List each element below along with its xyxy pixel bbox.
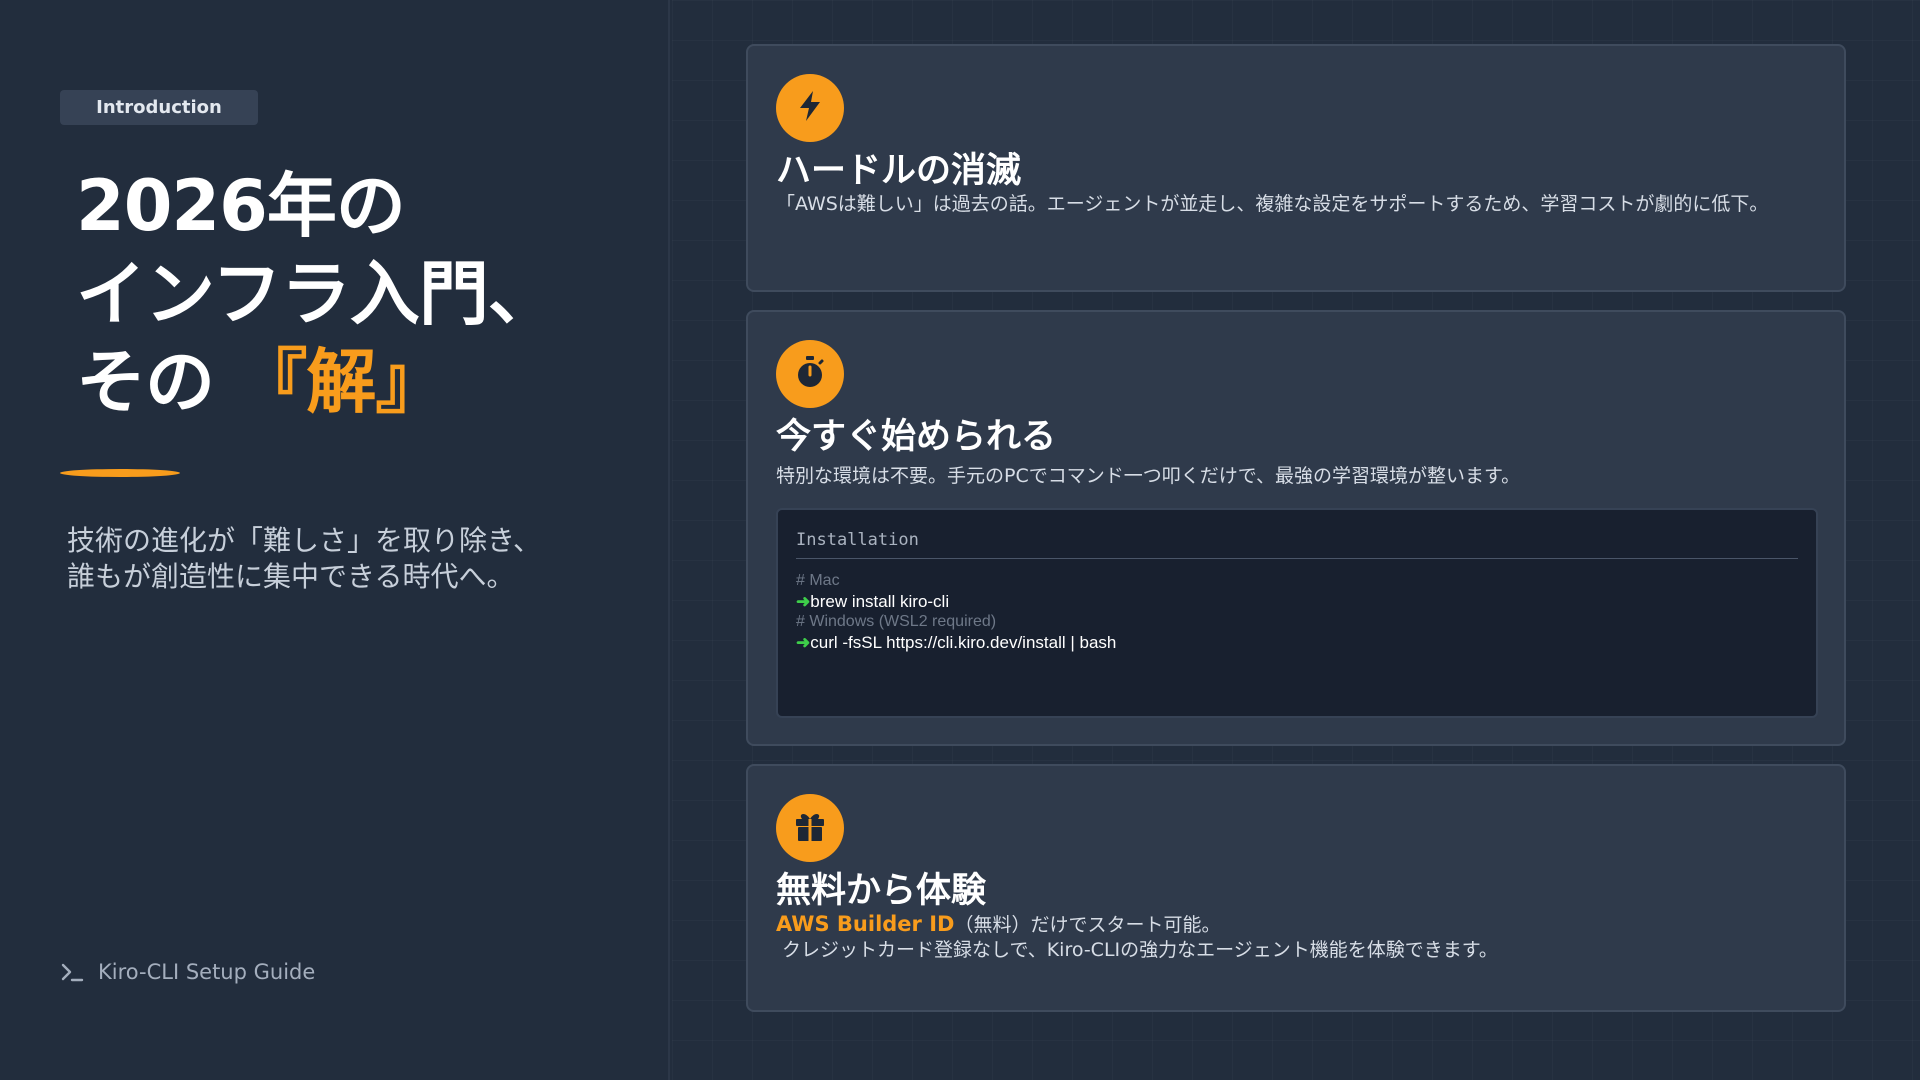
code-line-windows[interactable]: ➜curl -fsSL https://cli.kiro.dev/install… bbox=[796, 633, 1798, 654]
hero-subtitle: 技術の進化が「難しさ」を取り除き、 誰もが創造性に集中できる時代へ。 bbox=[67, 523, 541, 595]
footer: Kiro-CLI Setup Guide bbox=[60, 960, 315, 984]
install-code-block: Installation # Mac ➜brew install kiro-cl… bbox=[776, 508, 1818, 718]
code-lines: # Mac ➜brew install kiro-cli # Windows (… bbox=[796, 571, 1798, 653]
prompt-arrow-icon: ➜ bbox=[796, 591, 811, 611]
card-title: ハードルの消滅 bbox=[776, 151, 1022, 191]
hero-title-line-3: その 『解』 bbox=[76, 338, 557, 426]
hero-subtitle-line-2: 誰もが創造性に集中できる時代へ。 bbox=[67, 560, 515, 593]
code-comment-mac: # Mac bbox=[796, 572, 840, 589]
hero-title-prefix: その bbox=[76, 341, 215, 423]
hero-subtitle-line-1: 技術の進化が「難しさ」を取り除き、 bbox=[67, 524, 542, 557]
card-no-barrier: ハードルの消滅 「AWSは難しい」は過去の話。エージェントが並走し、複雑な設定を… bbox=[746, 44, 1846, 292]
hero-title: 2026年の インフラ入門、 その 『解』 bbox=[76, 162, 558, 426]
bolt-icon bbox=[794, 89, 826, 127]
hero-title-accent: 『解』 bbox=[237, 341, 445, 423]
card-description: 特別な環境は不要。手元のPCでコマンド一つ叩くだけで、最強の学習環境が整います。 bbox=[776, 465, 1521, 487]
card-description-line-1: AWS Builder ID（無料）だけでスタート可能。 bbox=[776, 912, 1498, 938]
card-icon-circle bbox=[776, 794, 844, 862]
code-block-header: Installation bbox=[796, 530, 1798, 559]
footer-label: Kiro-CLI Setup Guide bbox=[98, 960, 316, 984]
stopwatch-icon bbox=[793, 354, 827, 394]
card-description: AWS Builder ID（無料）だけでスタート可能。 クレジットカード登録な… bbox=[776, 912, 1498, 963]
code-line-mac[interactable]: ➜brew install kiro-cli bbox=[796, 592, 1798, 613]
card-title: 今すぐ始められる bbox=[776, 417, 1057, 457]
hero-title-line-2: インフラ入門、 bbox=[76, 253, 558, 335]
terminal-icon bbox=[60, 962, 84, 982]
prompt-arrow-icon: ➜ bbox=[796, 632, 811, 652]
section-badge: Introduction bbox=[60, 90, 258, 125]
gift-icon bbox=[793, 809, 827, 847]
hero-title-line-1: 2026年の bbox=[76, 165, 406, 247]
card-description-rest: （無料）だけでスタート可能。 bbox=[954, 914, 1221, 936]
card-description: 「AWSは難しい」は過去の話。エージェントが並走し、複雑な設定をサポートするため… bbox=[776, 193, 1769, 215]
intro-panel: Introduction 2026年の インフラ入門、 その 『解』 技術の進化… bbox=[0, 0, 670, 1080]
card-icon-circle bbox=[776, 340, 844, 408]
code-command-windows[interactable]: curl -fsSL https://cli.kiro.dev/install … bbox=[810, 633, 1116, 652]
code-comment-windows: # Windows (WSL2 required) bbox=[796, 613, 997, 630]
card-free-trial: 無料から体験 AWS Builder ID（無料）だけでスタート可能。 クレジッ… bbox=[746, 764, 1846, 1012]
card-description-line-2: クレジットカード登録なしで、Kiro-CLIの強力なエージェント機能を体験できま… bbox=[782, 939, 1498, 961]
accent-divider bbox=[60, 469, 180, 477]
code-command-mac[interactable]: brew install kiro-cli bbox=[810, 592, 949, 611]
builder-id-highlight: AWS Builder ID bbox=[776, 912, 955, 936]
card-icon-circle bbox=[776, 74, 844, 142]
card-start-now: 今すぐ始められる 特別な環境は不要。手元のPCでコマンド一つ叩くだけで、最強の学… bbox=[746, 310, 1846, 746]
card-title: 無料から体験 bbox=[776, 871, 987, 911]
